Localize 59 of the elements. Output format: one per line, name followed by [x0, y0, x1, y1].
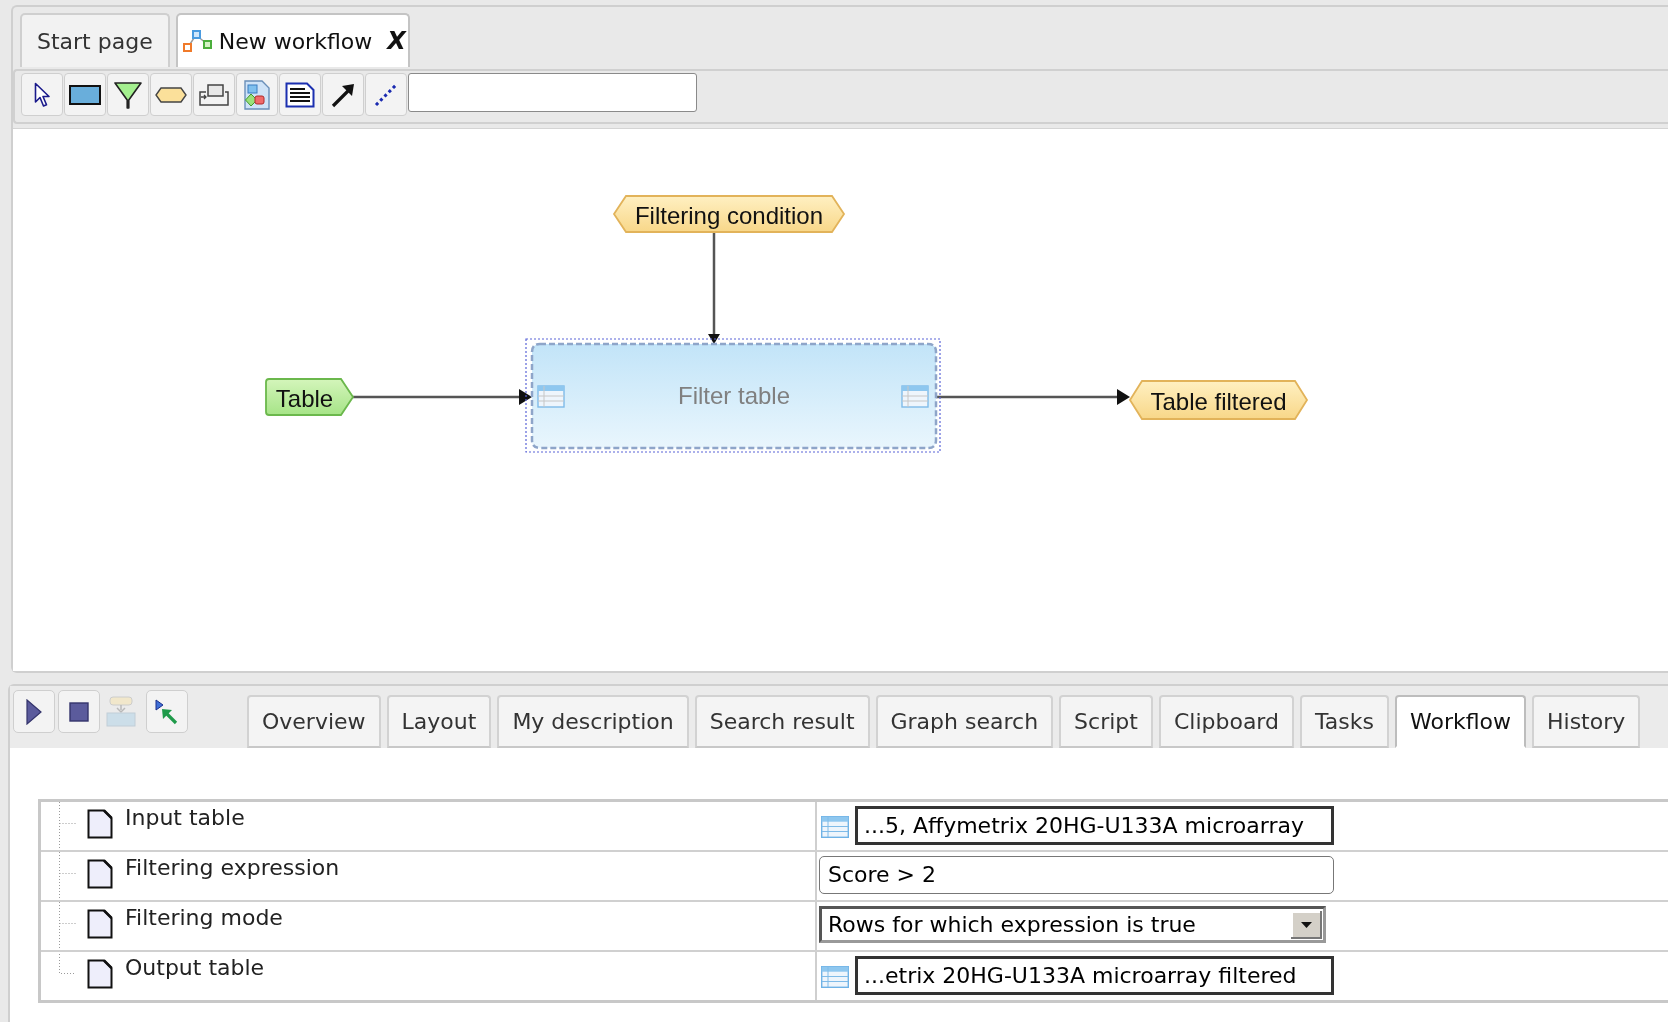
stop-icon — [69, 701, 89, 722]
editor-tab[interactable]: Start page — [20, 13, 170, 67]
play-icon — [26, 698, 42, 725]
property-label: Output table — [125, 955, 265, 981]
arrow-icon — [330, 81, 356, 108]
table-field[interactable]: ...5, Affymetrix 20HG-U133A microarray — [855, 806, 1334, 845]
toolbar-input[interactable] — [408, 73, 697, 112]
parameter-node[interactable]: Filtering condition — [612, 195, 846, 233]
output-node[interactable]: Table filtered — [1128, 380, 1309, 420]
caret-icon — [1291, 910, 1322, 939]
panel-tab[interactable]: Overview — [247, 695, 381, 748]
tool-button[interactable] — [322, 73, 364, 116]
tool-button[interactable] — [279, 73, 321, 116]
document-icon — [87, 959, 113, 989]
panel-tab[interactable]: Search result — [694, 695, 870, 748]
text-document-icon — [285, 81, 315, 108]
property-label: Filtering expression — [125, 855, 340, 881]
graph-nodes-icon — [182, 30, 213, 52]
funnel-icon — [113, 80, 143, 109]
document-icon — [87, 859, 113, 889]
tree-line — [59, 802, 76, 850]
flow-boxes-icon — [106, 695, 136, 728]
table-icon — [821, 816, 849, 838]
play-button[interactable] — [13, 690, 55, 733]
boxes-icon — [198, 82, 230, 107]
pointer-icon — [34, 81, 50, 108]
property-label: Input table — [125, 805, 245, 831]
property-label: Filtering mode — [125, 905, 283, 931]
tree-line — [59, 902, 76, 950]
table-field[interactable]: ...etrix 20HG-U133A microarray filtered — [855, 956, 1334, 995]
panel-tab[interactable]: History — [1532, 695, 1641, 748]
panel-tab[interactable]: Tasks — [1300, 695, 1389, 748]
table-icon — [901, 385, 929, 408]
tool-button[interactable] — [21, 73, 63, 116]
tree-line — [59, 952, 76, 974]
tool-button[interactable] — [64, 73, 106, 116]
panel-tab[interactable]: Graph search — [875, 695, 1054, 748]
panel-tab[interactable]: Workflow — [1394, 695, 1526, 748]
panel-tab[interactable]: Layout — [386, 695, 492, 748]
document-icon — [87, 909, 113, 939]
input-node[interactable]: Table — [265, 378, 354, 416]
tree-line — [59, 852, 76, 900]
document-shapes-icon — [243, 79, 271, 110]
table-icon — [821, 966, 849, 988]
tool-button[interactable] — [107, 73, 149, 116]
panel-tab[interactable]: Script — [1059, 695, 1153, 748]
rectangle-icon — [69, 84, 101, 105]
panel-tab[interactable]: Clipboard — [1158, 695, 1294, 748]
mode-dropdown[interactable]: Rows for which expression is true — [819, 906, 1326, 943]
document-icon — [87, 809, 113, 839]
cursor-button[interactable] — [146, 690, 188, 733]
editor-tab[interactable]: New workflow X — [175, 13, 410, 67]
table-icon — [537, 385, 565, 408]
close-button[interactable]: X — [387, 27, 406, 55]
expression-field[interactable]: Score > 2 — [819, 856, 1334, 894]
cursor-arrow-icon — [154, 698, 180, 725]
panel-tab[interactable]: My description — [497, 695, 689, 748]
hexagon-icon — [155, 86, 187, 103]
stop-button[interactable] — [58, 690, 100, 733]
